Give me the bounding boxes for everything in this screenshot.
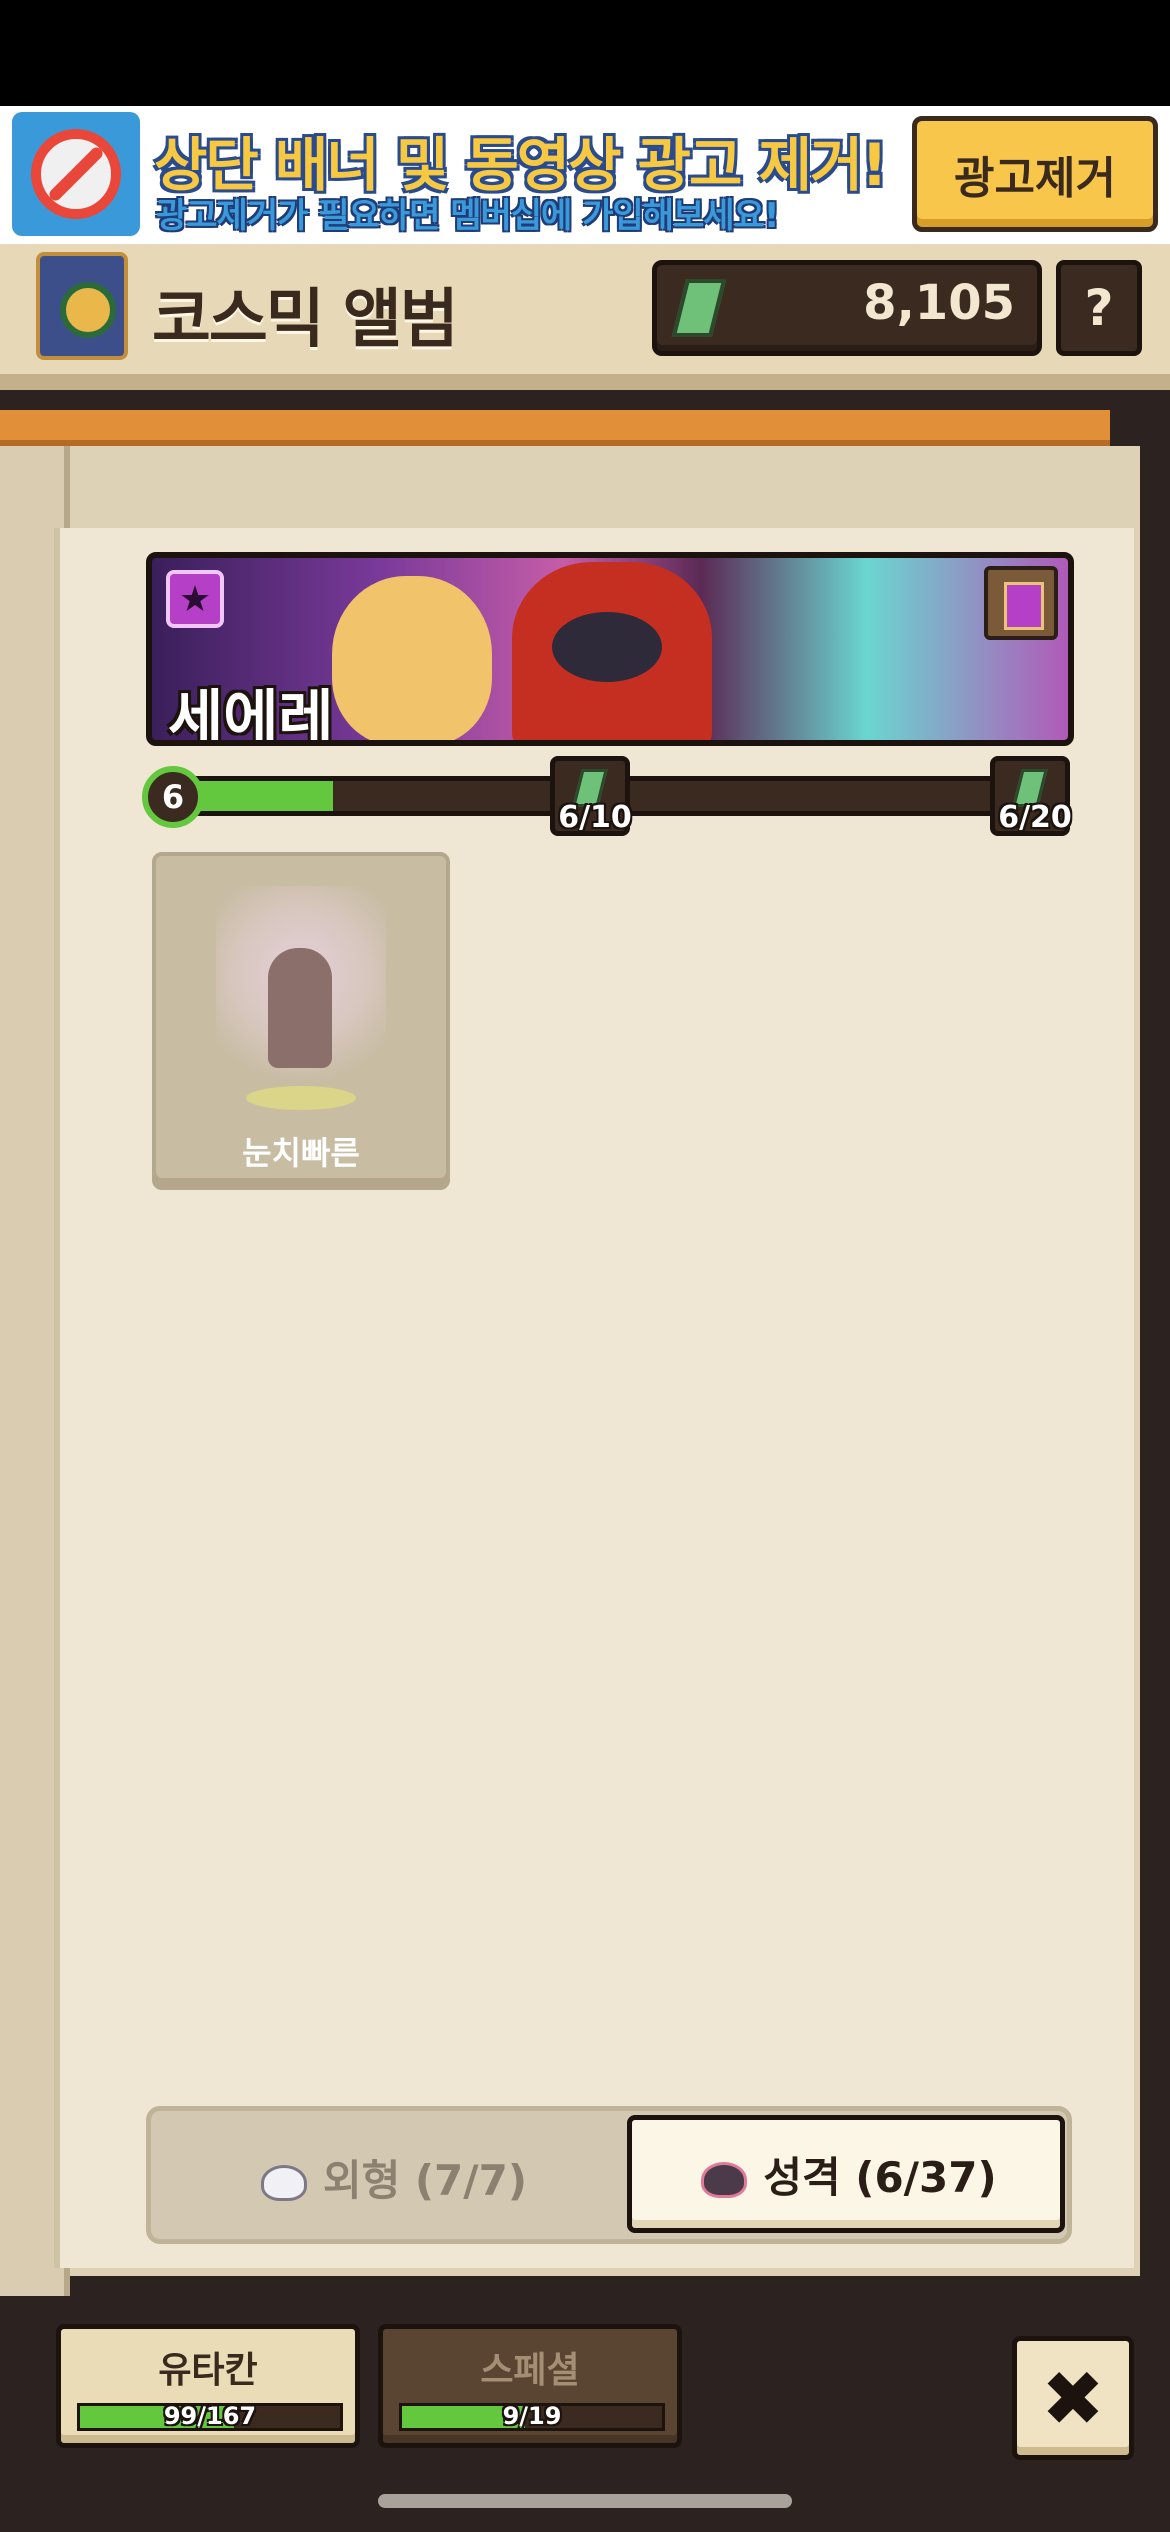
category-button-special[interactable]: 스페셜 9/19 <box>378 2324 682 2448</box>
album-book-icon <box>36 252 128 360</box>
character-illustration <box>512 562 712 740</box>
status-bar <box>0 0 1170 106</box>
header: 코스믹 앨범 8,105 ? <box>0 244 1170 374</box>
character-sprite <box>216 886 386 1110</box>
close-button[interactable]: ✖ <box>1012 2336 1134 2460</box>
level-badge: 6 <box>142 766 204 828</box>
milestone-reward-1[interactable]: 6/10 <box>550 756 632 836</box>
ad-subtitle: 광고제거가 필요하면 멤버십에 가입해보세요! <box>156 196 779 236</box>
category-progress-text: 99/167 <box>163 2402 257 2430</box>
ad-banner[interactable]: 상단 배너 및 동영상 광고 제거! 광고제거가 필요하면 멤버십에 가입해보세… <box>0 106 1170 244</box>
currency-value: 8,105 <box>863 275 1015 331</box>
milestone-label: 6/20 <box>998 800 1072 835</box>
remove-ads-button[interactable]: 광고제거 <box>912 116 1158 232</box>
pet-illustration <box>332 576 492 740</box>
no-ads-clock-icon <box>12 112 140 236</box>
page-title: 코스믹 앨범 <box>152 283 459 357</box>
tab-appearance-label: 외형 (7/7) <box>322 2155 528 2205</box>
category-button-utakan[interactable]: 유타칸 99/167 <box>56 2324 360 2448</box>
book-spine-edge <box>0 410 1110 446</box>
category-progress-text: 9/19 <box>502 2402 562 2430</box>
view-tabs: 외형 (7/7) 성격 (6/37) <box>146 2106 1072 2244</box>
help-button[interactable]: ? <box>1056 260 1142 356</box>
star-badge-icon: ★ <box>166 570 224 628</box>
appearance-icon <box>255 2155 307 2201</box>
tab-personality-label: 성격 (6/37) <box>763 2152 997 2202</box>
character-name: 세에레 <box>168 684 334 746</box>
green-crystal-icon <box>671 279 727 337</box>
milestone-label: 6/10 <box>558 800 632 835</box>
milestone-reward-2[interactable]: 6/20 <box>990 756 1072 836</box>
character-banner: ★ 세에레 <box>146 552 1074 746</box>
codex-book-button[interactable] <box>984 566 1058 640</box>
personality-icon <box>695 2152 748 2198</box>
card-label: 눈치빠른 <box>242 1134 360 1172</box>
category-progress-bar: 9/19 <box>399 2402 665 2431</box>
personality-card[interactable]: 눈치빠른 <box>152 852 450 1190</box>
category-label: 유타칸 <box>158 2350 258 2391</box>
tab-appearance[interactable]: 외형 (7/7) <box>161 2119 621 2235</box>
header-divider <box>0 374 1170 390</box>
category-progress-bar: 99/167 <box>77 2402 343 2431</box>
category-label: 스페셜 <box>480 2350 580 2391</box>
currency-display: 8,105 <box>652 260 1042 356</box>
home-indicator <box>378 2494 792 2508</box>
tab-personality[interactable]: 성격 (6/37) <box>627 2115 1065 2233</box>
